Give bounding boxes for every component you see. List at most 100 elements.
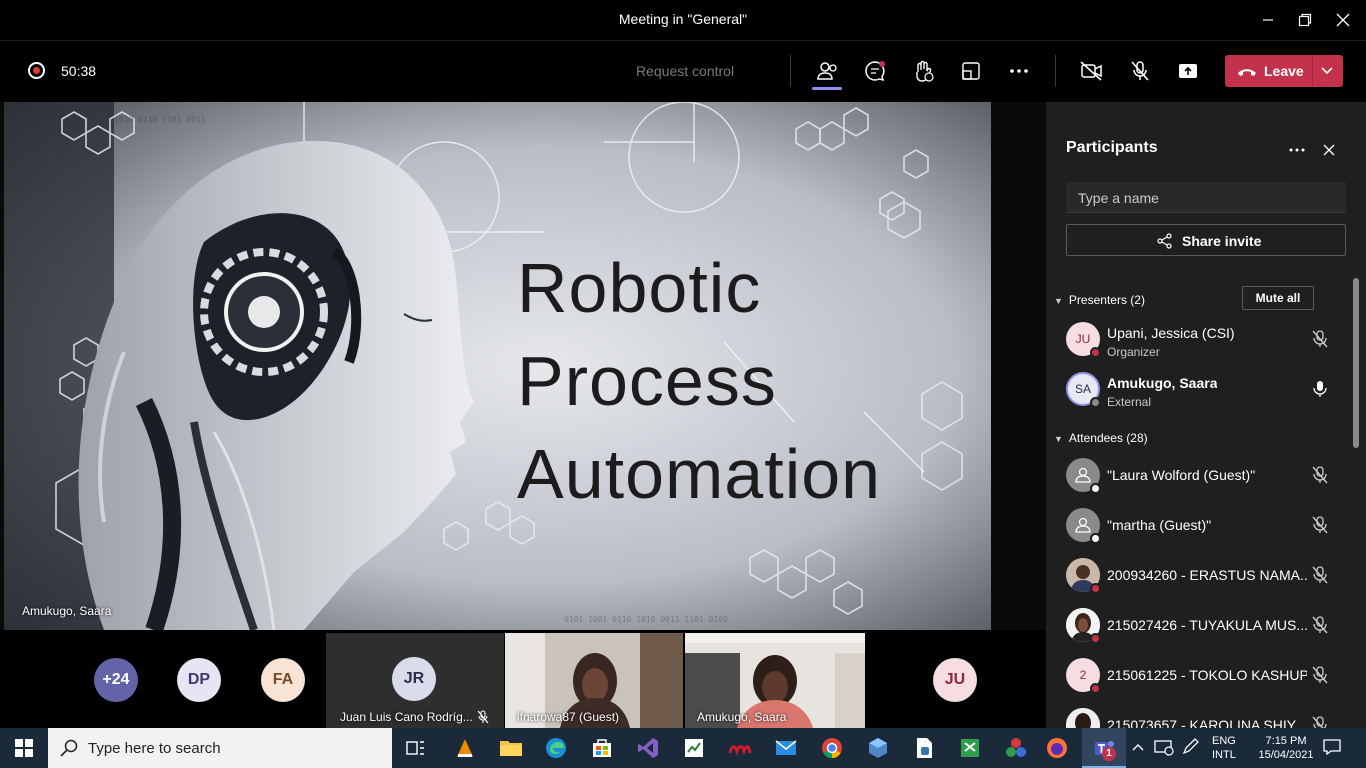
participant-search-input[interactable]: Type a name	[1066, 182, 1346, 213]
participant-row[interactable]: "martha (Guest)"	[1046, 502, 1356, 550]
chat-icon	[865, 61, 885, 82]
minimize-icon	[1263, 19, 1273, 21]
chevron-down-icon[interactable]	[1320, 64, 1334, 78]
mic-toggle-button[interactable]	[1124, 55, 1156, 87]
raise-hand-icon	[916, 60, 934, 82]
participant-name: 215061225 - TOKOLO KASHUPI	[1107, 667, 1307, 683]
participant-row[interactable]: 2 215061225 - TOKOLO KASHUPI	[1046, 652, 1356, 700]
avatar[interactable]: FA	[261, 658, 305, 702]
more-icon	[1010, 69, 1028, 73]
visual-studio-icon[interactable]	[632, 732, 664, 764]
active-tab-indicator	[812, 87, 842, 90]
mic-off-icon[interactable]	[1311, 465, 1329, 485]
language-indicator[interactable]: ENG INTL	[1212, 734, 1236, 768]
window-title: Meeting in "General"	[618, 11, 748, 27]
taskbar-search-placeholder: Type here to search	[88, 740, 221, 757]
participant-row[interactable]: 215073657 - KAROLINA SHIY...	[1046, 702, 1356, 728]
participant-row[interactable]: 200934260 - ERASTUS NAMA...	[1046, 552, 1356, 600]
participant-row[interactable]: 215027426 - TUYAKULA MUS...	[1046, 602, 1356, 650]
busy-status-icon	[1090, 583, 1101, 594]
attendees-section-header[interactable]: ▼ Attendees (28)	[1054, 431, 1148, 445]
rooms-button[interactable]	[955, 55, 987, 87]
share-invite-label: Share invite	[1182, 233, 1262, 249]
camera-toggle-button[interactable]	[1076, 55, 1108, 87]
mic-off-icon[interactable]	[1311, 615, 1329, 635]
participant-name: Upani, Jessica (CSI)	[1107, 325, 1235, 341]
svg-text:0101 1001 0110 1010 0011 1101: 0101 1001 0110 1010 0011 1101 0100	[564, 615, 728, 624]
close-icon	[1336, 13, 1350, 27]
participant-row[interactable]: "Laura Wolford (Guest)"	[1046, 452, 1356, 500]
participant-role: Organizer	[1107, 345, 1160, 359]
clock-time: 7:15 PM	[1265, 735, 1307, 747]
panel-scrollbar[interactable]	[1353, 278, 1359, 448]
camera-off-icon	[1080, 61, 1102, 81]
avatar[interactable]: JU	[933, 658, 977, 702]
chevron-up-icon[interactable]	[1131, 740, 1145, 768]
share-screen-icon	[1179, 64, 1197, 78]
show-chat-button[interactable]	[859, 55, 891, 87]
mic-on-icon[interactable]	[1311, 379, 1329, 399]
show-participants-button[interactable]	[811, 55, 843, 87]
more-icon[interactable]	[1289, 148, 1305, 152]
share-icon	[1157, 233, 1172, 249]
mic-off-icon	[1131, 61, 1149, 81]
project-icon[interactable]	[678, 732, 710, 764]
presenters-section-header[interactable]: ▼ Presenters (2)	[1054, 293, 1145, 307]
participant-name: "Laura Wolford (Guest)"	[1107, 467, 1256, 483]
virtualbox-icon[interactable]	[862, 732, 894, 764]
panel-title: Participants	[1066, 139, 1158, 156]
close-window-button[interactable]	[1320, 0, 1366, 40]
taskbar-search-box[interactable]: Type here to search	[48, 728, 392, 768]
leave-label: Leave	[1264, 63, 1304, 79]
restore-icon	[1298, 13, 1312, 27]
pen-icon[interactable]	[1181, 738, 1201, 768]
avatar: JR	[392, 657, 436, 701]
leave-button[interactable]: Leave	[1225, 55, 1343, 87]
avatar[interactable]: DP	[177, 658, 221, 702]
mic-off-icon[interactable]	[1311, 329, 1329, 349]
share-invite-button[interactable]: Share invite	[1066, 224, 1346, 256]
python-file-icon[interactable]	[908, 732, 940, 764]
clock[interactable]: 7:15 PM 15/04/2021	[1258, 734, 1314, 768]
app-icon[interactable]	[1000, 732, 1032, 764]
task-view-icon[interactable]	[400, 732, 432, 764]
edge-icon[interactable]	[540, 732, 572, 764]
share-content-button[interactable]	[1172, 55, 1204, 87]
participant-video-tile[interactable]: ifnarowa87 (Guest)	[505, 633, 683, 728]
participant-row[interactable]: JU Upani, Jessica (CSI) Organizer	[1046, 316, 1356, 364]
participant-tile-name: ifnarowa87 (Guest)	[517, 710, 620, 724]
chrome-icon[interactable]	[816, 732, 848, 764]
mic-off-icon[interactable]	[1311, 565, 1329, 585]
close-icon[interactable]	[1323, 144, 1335, 156]
notification-center-icon[interactable]	[1322, 738, 1342, 768]
mendeley-icon[interactable]	[724, 732, 756, 764]
participant-tile[interactable]: JR Juan Luis Cano Rodríg...	[326, 633, 504, 728]
more-participants-button[interactable]: +24	[94, 658, 138, 702]
mute-all-button[interactable]: Mute all	[1242, 286, 1314, 310]
network-icon[interactable]	[1154, 738, 1174, 768]
participant-tile-name: Juan Luis Cano Rodríg...	[340, 710, 473, 724]
mic-off-icon[interactable]	[1311, 715, 1329, 728]
participant-name: Amukugo, Saara	[1107, 375, 1218, 391]
store-icon[interactable]	[586, 732, 618, 764]
mic-off-icon	[477, 710, 489, 724]
clock-date: 15/04/2021	[1258, 749, 1314, 761]
vlc-icon[interactable]	[449, 732, 481, 764]
participant-video-tile[interactable]: Amukugo, Saara	[685, 633, 865, 728]
participant-row[interactable]: SA Amukugo, Saara External	[1046, 366, 1356, 414]
leave-divider	[1312, 55, 1313, 87]
shared-screen: 0101 1001 0110 1010 0011 1101 0100 1010 …	[4, 102, 991, 630]
mic-off-icon[interactable]	[1311, 515, 1329, 535]
start-button[interactable]	[0, 728, 48, 768]
sync-app-icon[interactable]	[954, 732, 986, 764]
busy-status-icon	[1090, 683, 1101, 694]
title-bar: Meeting in "General"	[0, 0, 1366, 40]
request-control-button[interactable]: Request control	[636, 63, 734, 79]
firefox-icon[interactable]	[1041, 732, 1073, 764]
file-explorer-icon[interactable]	[495, 732, 527, 764]
reactions-button[interactable]	[907, 55, 939, 87]
more-actions-button[interactable]	[1003, 55, 1035, 87]
mic-off-icon[interactable]	[1311, 665, 1329, 685]
mail-icon[interactable]	[770, 732, 802, 764]
svg-text:1010 0110 1101 0011: 1010 0110 1101 0011	[114, 115, 206, 124]
